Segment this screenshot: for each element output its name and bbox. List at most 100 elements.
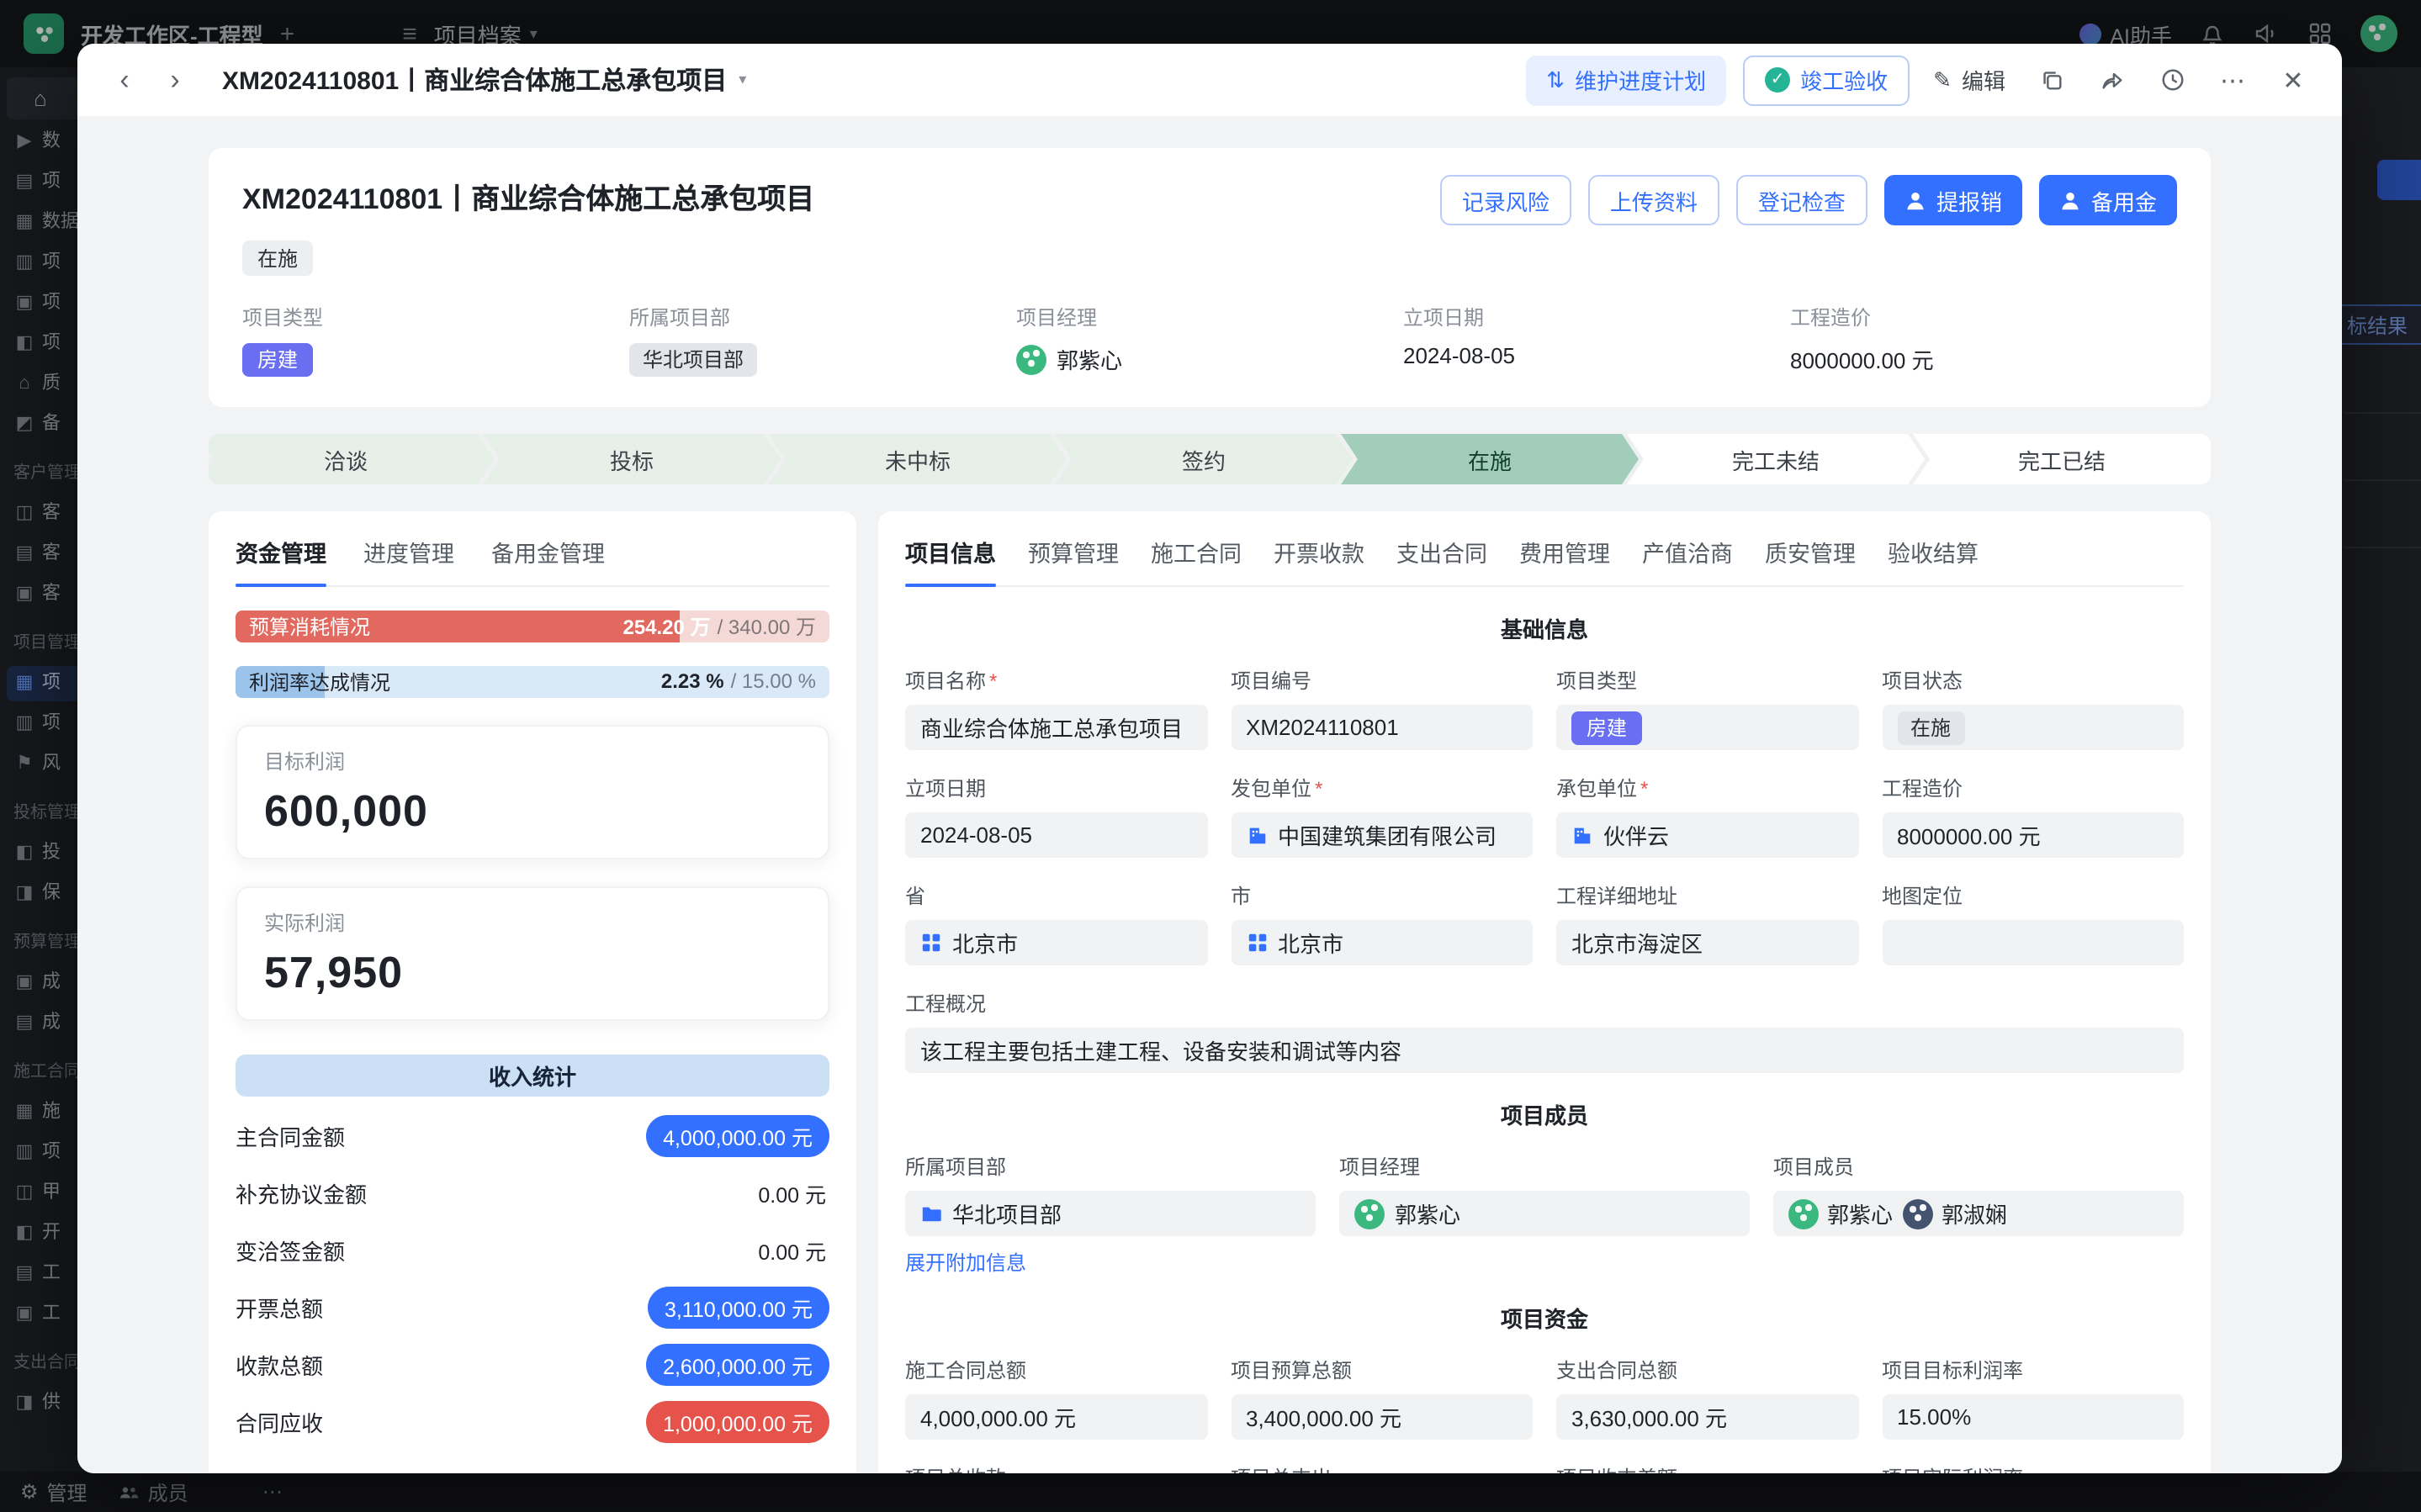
project-name-input[interactable]: 商业综合体施工总承包项目 [905,705,1207,750]
tab[interactable]: 产值洽商 [1642,535,1733,585]
contract-total-input[interactable]: 4,000,000.00 元 [905,1394,1207,1440]
project-status-input[interactable]: 在施 [1882,705,2184,750]
sidebar-item[interactable]: 支出合同 [7,1345,87,1381]
app-logo-icon[interactable] [24,13,64,54]
sidebar-item-label: 客 [42,500,61,528]
tab[interactable]: 项目信息 [905,535,996,585]
tab[interactable]: 费用管理 [1519,535,1610,585]
sidebar-item[interactable]: ▤ 工 [7,1256,87,1292]
stage-item[interactable]: 未中标 [769,434,1067,484]
register-check-button[interactable]: 登记检查 [1736,175,1867,225]
copy-icon[interactable] [2029,58,2073,102]
completion-check-button[interactable]: ✓ 竣工验收 [1743,55,1910,105]
company-icon [1246,824,1268,846]
more-icon[interactable]: ⋯ [2211,58,2254,102]
sidebar-item[interactable]: ▣ 成 [7,965,87,1001]
tab[interactable]: 备用金管理 [491,535,605,585]
sidebar-item[interactable]: 项目管理 [7,626,87,661]
sidebar-item[interactable]: ◫ 甲 [7,1176,87,1211]
edit-button[interactable]: ✎ 编辑 [1926,55,2012,105]
record-risk-button[interactable]: 记录风险 [1440,175,1571,225]
sidebar-item[interactable]: ◧ 项 [7,326,87,362]
tab[interactable]: 进度管理 [363,535,454,585]
sidebar-item[interactable]: ▶ 数 [7,124,87,160]
sidebar-item[interactable]: ⌂ 质 [7,367,87,402]
team-members-input[interactable]: 郭紫心 郭淑娴 [1773,1191,2184,1236]
project-type-input[interactable]: 房建 [1556,705,1858,750]
sidebar-item[interactable]: ◫ 客 [7,496,87,531]
close-icon[interactable]: ✕ [2271,58,2315,102]
budget-total-input[interactable]: 3,400,000.00 元 [1231,1394,1533,1440]
sidebar-item[interactable]: ▦ 项 [7,666,87,701]
sidebar-item[interactable]: 客户管理 [7,456,87,491]
tab[interactable]: 开票收款 [1274,535,1364,585]
tab[interactable]: 支出合同 [1396,535,1487,585]
tab[interactable]: 施工合同 [1151,535,1242,585]
tab[interactable]: 预算管理 [1028,535,1119,585]
sidebar-item[interactable]: ▦ 施 [7,1095,87,1130]
upload-file-button[interactable]: 上传资料 [1588,175,1719,225]
tab[interactable]: 质安管理 [1765,535,1856,585]
province-input[interactable]: 北京市 [905,920,1207,965]
sidebar-item-label: 风 [42,750,61,779]
next-record-button[interactable]: › [155,60,195,100]
submit-expense-button[interactable]: 提报销 [1884,175,2022,225]
map-location-input[interactable] [1882,920,2184,965]
sidebar-item[interactable]: 预算管理 [7,925,87,960]
members-button[interactable]: 成员 [118,1478,188,1506]
city-input[interactable]: 北京市 [1231,920,1533,965]
stage-item[interactable]: 签约 [1055,434,1353,484]
stage-item[interactable]: 完工已结 [1913,434,2211,484]
owner-unit-input[interactable]: 中国建筑集团有限公司 [1231,812,1533,858]
stage-item[interactable]: 在施 [1341,434,1639,484]
manager-input[interactable]: 郭紫心 [1339,1191,1750,1236]
sidebar-item[interactable]: 投标管理 [7,796,87,831]
address-input[interactable]: 北京市海淀区 [1556,920,1858,965]
income-stats-button[interactable]: 收入统计 [236,1054,829,1097]
prev-record-button[interactable]: ‹ [104,60,145,100]
sidebar-item[interactable]: ▦ 数据看板 [7,205,87,241]
overview-input[interactable]: 该工程主要包括土建工程、设备安装和调试等内容 [905,1028,2184,1073]
more-icon[interactable]: ⋯ [262,1480,284,1504]
sidebar-item[interactable]: ◧ 开 [7,1216,87,1251]
sidebar-item-icon: ▦ [13,1098,35,1127]
caret-down-icon[interactable]: ▾ [739,71,746,89]
sidebar-item[interactable]: ◧ 投 [7,836,87,871]
sidebar-item[interactable]: ▣ 工 [7,1297,87,1332]
sidebar-item[interactable]: ▣ 项 [7,286,87,321]
department-input[interactable]: 华北项目部 [905,1191,1316,1236]
sidebar-item[interactable]: ⚑ 风 [7,747,87,782]
sidebar-item[interactable]: ▣ 客 [7,577,87,612]
sidebar-item[interactable]: ▤ 项 [7,165,87,200]
project-cost-input[interactable]: 8000000.00 元 [1882,812,2184,858]
sidebar-item[interactable]: ◩ 备 [7,407,87,442]
sidebar-item[interactable]: ▥ 项 [7,246,87,281]
contractor-unit-input[interactable]: 伙伴云 [1556,812,1858,858]
manage-button[interactable]: ⚙ 管理 [20,1478,87,1506]
maintain-plan-button[interactable]: ⇅ 维护进度计划 [1526,55,1726,105]
tab[interactable]: 资金管理 [236,535,326,585]
project-code-input[interactable]: XM2024110801 [1231,705,1533,750]
start-date-input[interactable]: 2024-08-05 [905,812,1207,858]
expand-info-link[interactable]: 展开附加信息 [905,1248,1316,1277]
expense-total-input[interactable]: 3,630,000.00 元 [1556,1394,1858,1440]
sidebar-item[interactable]: ◨ 保 [7,876,87,912]
share-icon[interactable] [2090,58,2133,102]
sidebar-item[interactable]: ⌂ [7,77,81,119]
stage-item[interactable]: 投标 [483,434,781,484]
sidebar-item[interactable]: ▥ 项 [7,1135,87,1171]
partial-action-button[interactable] [2377,160,2421,200]
stage-item[interactable]: 洽谈 [209,434,495,484]
sidebar-item[interactable]: 施工合同 [7,1055,87,1090]
sidebar-item[interactable]: ▤ 成 [7,1006,87,1041]
sidebar-item[interactable]: ▥ 项 [7,706,87,742]
tab[interactable]: 验收结算 [1888,535,1979,585]
target-rate-input[interactable]: 15.00% [1882,1394,2184,1440]
stage-item[interactable]: 完工未结 [1627,434,1925,484]
petty-cash-button[interactable]: 备用金 [2039,175,2177,225]
sidebar-item[interactable]: ◨ 供 [7,1386,87,1421]
history-icon[interactable] [2150,58,2194,102]
sidebar-item[interactable]: ▤ 客 [7,537,87,572]
partial-bid-result-button[interactable]: 标结果 [2332,304,2421,345]
user-avatar[interactable] [2360,15,2397,52]
